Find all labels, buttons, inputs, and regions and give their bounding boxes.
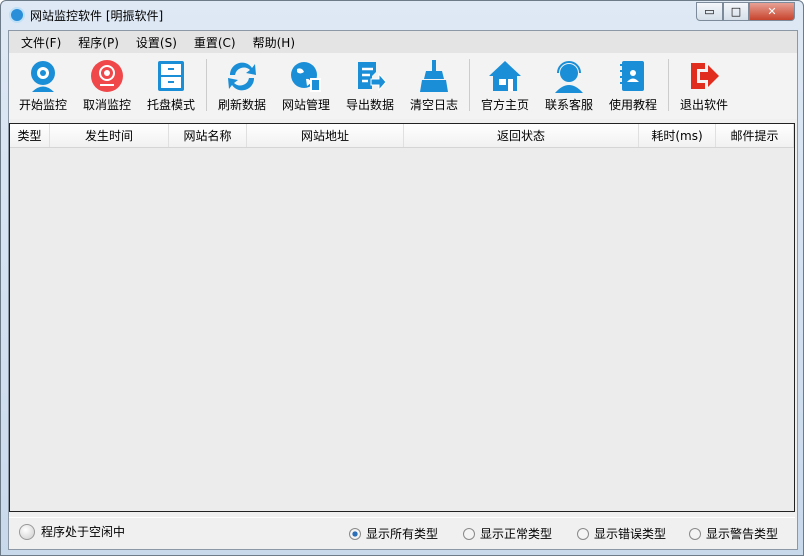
- radio-icon: [463, 527, 475, 540]
- radio-icon: [577, 527, 589, 540]
- log-table[interactable]: 类型 发生时间 网站名称 网站地址 返回状态 耗时(ms) 邮件提示: [9, 123, 795, 512]
- toolbar-button-webcam-stop[interactable]: 取消监控: [75, 53, 139, 113]
- toolbar-button-webcam[interactable]: 开始监控: [11, 53, 75, 113]
- window-title: 网站监控软件 [明振软件]: [30, 8, 164, 23]
- toolbar-button-label: 联系客服: [544, 98, 593, 112]
- toolbar-button-label: 清空日志: [409, 98, 458, 112]
- filter-warning[interactable]: 显示警告类型: [689, 525, 778, 542]
- toolbar-button-label: 退出软件: [679, 98, 728, 112]
- toolbar-button-globe-manage[interactable]: 网站管理: [274, 53, 338, 113]
- col-status[interactable]: 返回状态: [404, 124, 639, 147]
- menu-settings[interactable]: 设置(S): [136, 34, 177, 51]
- toolbar-button-broom[interactable]: 清空日志: [402, 53, 466, 113]
- headset-icon: [555, 61, 583, 93]
- col-time[interactable]: 发生时间: [50, 124, 169, 147]
- filter-error[interactable]: 显示错误类型: [577, 525, 666, 542]
- status-indicator-icon: [19, 523, 35, 540]
- toolbar-button-cabinet[interactable]: 托盘模式: [139, 53, 203, 113]
- radio-icon: [689, 527, 701, 540]
- toolbar-button-label: 托盘模式: [146, 98, 195, 112]
- toolbar-button-label: 使用教程: [608, 98, 657, 112]
- toolbar-button-label: 网站管理: [281, 98, 330, 112]
- filter-label: 显示错误类型: [594, 527, 667, 541]
- minimize-button[interactable]: ▭: [696, 2, 723, 21]
- menu-help[interactable]: 帮助(H): [253, 34, 295, 51]
- toolbar-button-book[interactable]: 使用教程: [601, 53, 665, 113]
- toolbar-separator: [668, 59, 669, 111]
- status-bar: 程序处于空闲中 显示所有类型 显示正常类型 显示错误类型 显示警告类型: [9, 517, 795, 545]
- col-email[interactable]: 邮件提示: [716, 124, 794, 147]
- menu-file[interactable]: 文件(F): [21, 34, 61, 51]
- toolbar-button-home[interactable]: 官方主页: [473, 53, 537, 113]
- menu-bar: 文件(F) 程序(P) 设置(S) 重置(C) 帮助(H): [9, 31, 797, 53]
- menu-reset[interactable]: 重置(C): [194, 34, 236, 51]
- cabinet-icon: [158, 61, 184, 91]
- toolbar-button-label: 官方主页: [480, 98, 529, 112]
- toolbar: 开始监控 取消监控 托盘模式 刷新数据 网站管理 导出数据 清空日志 官方主页 联系客服 使用教程…: [9, 53, 797, 119]
- filter-label: 显示警告类型: [706, 527, 779, 541]
- radio-icon: [349, 527, 361, 540]
- menu-program[interactable]: 程序(P): [78, 34, 119, 51]
- toolbar-button-label: 导出数据: [345, 98, 394, 112]
- maximize-button[interactable]: □: [723, 2, 749, 21]
- col-site-name[interactable]: 网站名称: [169, 124, 247, 147]
- col-duration[interactable]: 耗时(ms): [639, 124, 716, 147]
- filter-all[interactable]: 显示所有类型: [349, 525, 438, 542]
- filter-label: 显示正常类型: [480, 527, 553, 541]
- export-icon: [358, 62, 387, 92]
- col-type[interactable]: 类型: [10, 124, 50, 147]
- webcam-stop-icon: [91, 60, 123, 92]
- filter-normal[interactable]: 显示正常类型: [463, 525, 552, 542]
- table-header: 类型 发生时间 网站名称 网站地址 返回状态 耗时(ms) 邮件提示: [10, 124, 794, 148]
- toolbar-button-label: 刷新数据: [217, 98, 266, 112]
- app-window: 网站监控软件 [明振软件] ▭ □ ✕ 文件(F) 程序(P) 设置(S) 重置…: [0, 0, 804, 556]
- toolbar-button-headset[interactable]: 联系客服: [537, 53, 601, 113]
- broom-icon: [420, 60, 448, 92]
- exit-icon: [691, 63, 719, 89]
- home-icon: [489, 61, 521, 91]
- toolbar-separator: [469, 59, 470, 111]
- toolbar-button-exit[interactable]: 退出软件: [672, 53, 736, 113]
- status-text: 程序处于空闲中: [41, 525, 126, 539]
- toolbar-button-label: 开始监控: [18, 98, 67, 112]
- col-site-url[interactable]: 网站地址: [247, 124, 404, 147]
- title-bar: 网站监控软件 [明振软件]: [9, 6, 163, 24]
- toolbar-button-refresh[interactable]: 刷新数据: [210, 53, 274, 113]
- toolbar-separator: [206, 59, 207, 111]
- webcam-icon: [31, 61, 55, 92]
- refresh-icon: [228, 62, 256, 91]
- toolbar-button-label: 取消监控: [82, 98, 131, 112]
- globe-manage-icon: [291, 62, 321, 92]
- toolbar-button-export[interactable]: 导出数据: [338, 53, 402, 113]
- book-icon: [620, 61, 644, 91]
- app-icon: [9, 7, 25, 23]
- filter-label: 显示所有类型: [366, 527, 439, 541]
- close-button[interactable]: ✕: [749, 2, 795, 21]
